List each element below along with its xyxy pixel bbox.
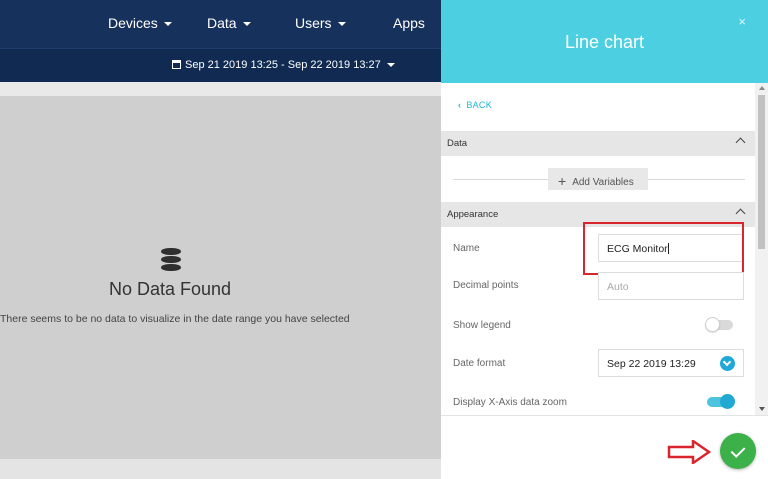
nav-users-label: Users (295, 15, 332, 31)
top-navbar: Devices Data Users Apps (0, 0, 441, 48)
scrollbar-thumb[interactable] (758, 95, 765, 249)
plus-icon: + (558, 173, 567, 189)
date-format-value: Sep 22 2019 13:29 (607, 358, 696, 370)
panel-scrollbar[interactable] (755, 83, 768, 415)
caret-down-icon (386, 63, 395, 68)
confirm-button[interactable] (720, 433, 756, 469)
decimal-points-label: Decimal points (453, 280, 519, 291)
toggle-knob (705, 317, 720, 332)
scroll-up-icon[interactable] (759, 86, 765, 90)
xaxis-zoom-toggle[interactable] (707, 394, 735, 409)
panel-title: Line chart (564, 32, 645, 52)
chevron-up-icon (735, 208, 746, 219)
chevron-up-icon (735, 137, 746, 148)
date-range-bar: Sep 21 2019 13:25 - Sep 22 2019 13:27 (0, 48, 441, 82)
empty-state-message: There seems to be no data to visualize i… (0, 313, 350, 325)
panel-footer (441, 415, 768, 479)
scroll-down-icon[interactable] (759, 407, 765, 411)
canvas-footer (0, 459, 441, 479)
add-variables-label: Add Variables (572, 177, 634, 188)
nav-apps-label: Apps (393, 15, 425, 31)
back-link[interactable]: ‹ BACK (458, 100, 492, 110)
section-data-header[interactable]: Data (441, 131, 755, 156)
nav-apps[interactable]: Apps (393, 15, 425, 31)
date-format-label: Date format (453, 358, 506, 369)
name-label: Name (453, 243, 480, 254)
toggle-knob (720, 394, 735, 409)
add-variables-button[interactable]: + Add Variables (548, 168, 648, 190)
database-icon (161, 248, 181, 272)
nav-data-label: Data (207, 15, 237, 31)
section-data-label: Data (447, 138, 468, 149)
nav-users[interactable]: Users (295, 15, 346, 31)
back-label: BACK (466, 100, 493, 110)
widget-settings-panel: Line chart × ‹ BACK Data + Add Variables A… (441, 0, 768, 479)
caret-down-icon (337, 22, 346, 27)
show-legend-label: Show legend (453, 320, 511, 331)
section-appearance-label: Appearance (447, 209, 499, 220)
nav-devices-label: Devices (108, 15, 158, 31)
date-format-select[interactable]: Sep 22 2019 13:29 (598, 349, 744, 377)
panel-body: ‹ BACK Data + Add Variables Appearance Nam… (441, 83, 768, 415)
calendar-icon (172, 60, 181, 69)
date-range-text: Sep 21 2019 13:25 - Sep 22 2019 13:27 (185, 59, 381, 71)
decimal-points-input[interactable]: Auto (598, 272, 744, 300)
toolbar-strip (0, 82, 441, 96)
caret-down-icon (242, 22, 251, 27)
chevron-down-icon (720, 356, 735, 371)
panel-header: Line chart × (441, 0, 768, 83)
dashboard-canvas: No Data Found There seems to be no data … (0, 96, 441, 459)
caret-down-icon (163, 22, 172, 27)
close-icon[interactable]: × (738, 14, 746, 29)
nav-data[interactable]: Data (207, 15, 251, 31)
nav-devices[interactable]: Devices (108, 15, 172, 31)
annotation-highlight-box (583, 222, 744, 275)
empty-state-title: No Data Found (108, 279, 232, 299)
annotation-arrow-icon (667, 440, 711, 464)
xaxis-zoom-label: Display X-Axis data zoom (453, 397, 567, 408)
date-range-picker[interactable]: Sep 21 2019 13:25 - Sep 22 2019 13:27 (172, 59, 395, 71)
chevron-left-icon: ‹ (458, 100, 462, 110)
show-legend-toggle[interactable] (705, 317, 733, 332)
